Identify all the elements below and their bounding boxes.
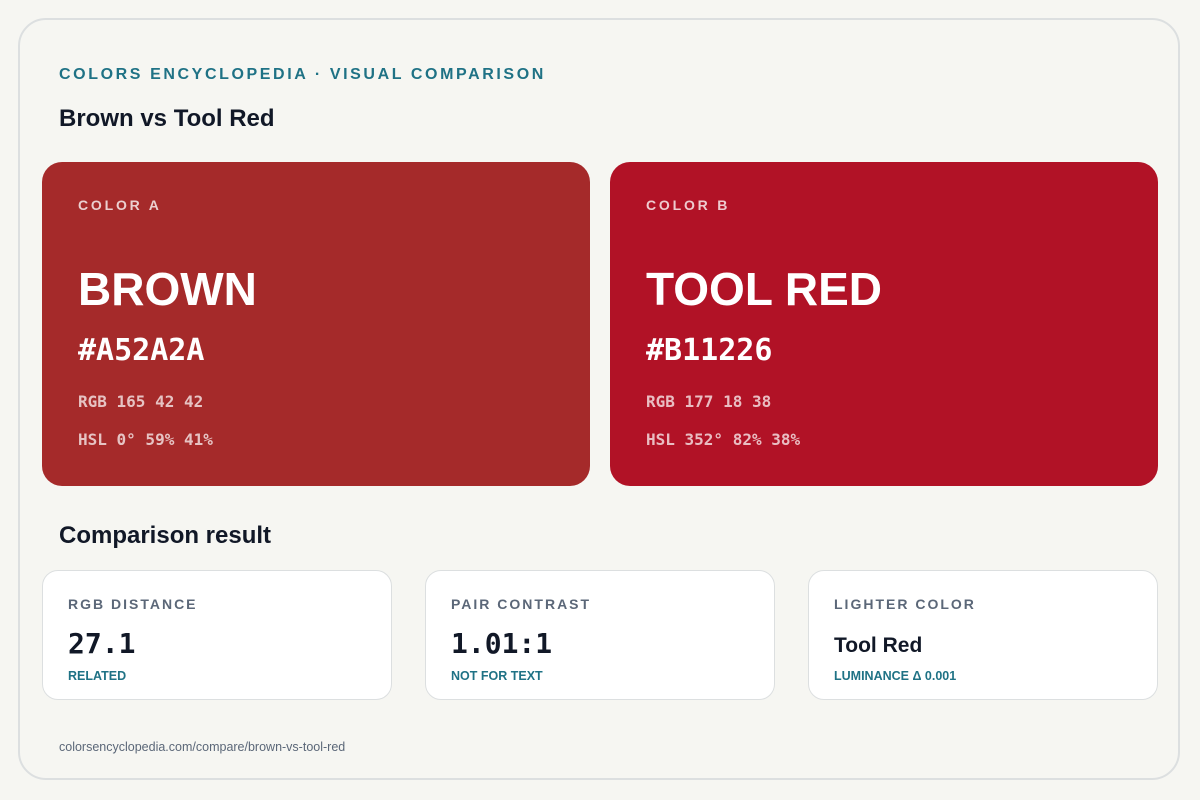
color-b-swatch: COLOR B TOOL RED #B11226 RGB 177 18 38 H… <box>610 162 1158 486</box>
color-b-hex: #B11226 <box>646 333 773 368</box>
card-note: RELATED <box>68 669 127 683</box>
color-a-swatch: COLOR A BROWN #A52A2A RGB 165 42 42 HSL … <box>42 162 590 486</box>
rgb-distance-card: RGB DISTANCE 27.1 RELATED <box>42 570 392 700</box>
color-a-hsl: HSL 0° 59% 41% <box>78 430 213 449</box>
card-value: 27.1 <box>68 627 136 660</box>
color-a-hex: #A52A2A <box>78 333 205 368</box>
lighter-color-card: LIGHTER COLOR Tool Red LUMINANCE Δ 0.001 <box>808 570 1158 700</box>
card-label: RGB DISTANCE <box>68 596 198 612</box>
card-value: 1.01:1 <box>451 627 553 660</box>
color-a-label: COLOR A <box>78 197 162 213</box>
site-eyebrow: COLORS ENCYCLOPEDIA · VISUAL COMPARISON <box>59 66 546 83</box>
color-b-name: TOOL RED <box>646 263 882 315</box>
pair-contrast-card: PAIR CONTRAST 1.01:1 NOT FOR TEXT <box>425 570 775 700</box>
card-label: LIGHTER COLOR <box>834 596 976 612</box>
color-b-rgb: RGB 177 18 38 <box>646 392 772 411</box>
color-b-hsl: HSL 352° 82% 38% <box>646 430 801 449</box>
color-a-rgb: RGB 165 42 42 <box>78 392 204 411</box>
color-a-name: BROWN <box>78 263 257 315</box>
card-note: NOT FOR TEXT <box>451 669 543 683</box>
comparison-title: Comparison result <box>59 522 272 549</box>
card-label: PAIR CONTRAST <box>451 596 592 612</box>
card-value: Tool Red <box>834 634 923 657</box>
color-b-label: COLOR B <box>646 197 731 213</box>
page-title: Brown vs Tool Red <box>59 105 275 132</box>
card-note: LUMINANCE Δ 0.001 <box>834 669 957 683</box>
footer-url[interactable]: colorsencyclopedia.com/compare/brown-vs-… <box>59 740 345 754</box>
